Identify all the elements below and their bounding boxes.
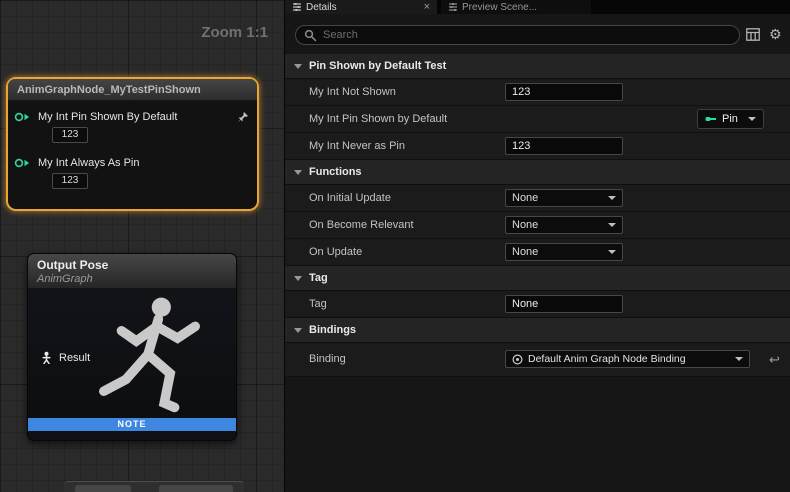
chevron-down-icon bbox=[748, 117, 756, 121]
details-tab-icon bbox=[292, 2, 302, 12]
tab-details[interactable]: Details × bbox=[285, 0, 437, 14]
tag-input[interactable] bbox=[505, 295, 623, 313]
section-tag[interactable]: Tag bbox=[285, 266, 790, 291]
binding-dropdown[interactable]: Default Anim Graph Node Binding bbox=[505, 350, 750, 368]
unreal-editor-window: Zoom 1:1 AnimGraphNode_MyTestPinShown My… bbox=[0, 0, 790, 492]
search-input[interactable] bbox=[323, 29, 731, 41]
property-label: My Int Never as Pin bbox=[309, 133, 405, 159]
row-on-become-relevant: On Become Relevant None bbox=[285, 212, 790, 239]
pin-label: My Int Pin Shown By Default bbox=[38, 111, 177, 123]
section-functions[interactable]: Functions bbox=[285, 160, 790, 185]
int-value-input[interactable] bbox=[505, 137, 623, 155]
pin-button-label: Pin bbox=[722, 113, 738, 125]
section-title: Pin Shown by Default Test bbox=[309, 60, 446, 72]
chevron-down-icon bbox=[735, 357, 743, 361]
chevron-down-icon bbox=[608, 250, 616, 254]
function-select[interactable]: None bbox=[505, 189, 623, 207]
int-pin-icon[interactable] bbox=[14, 158, 30, 168]
pin-value-field[interactable]: 123 bbox=[52, 173, 88, 189]
row-on-update: On Update None bbox=[285, 239, 790, 266]
node-subtitle: AnimGraph bbox=[37, 273, 227, 285]
property-label: My Int Not Shown bbox=[309, 79, 396, 105]
chevron-down-icon bbox=[294, 276, 302, 281]
property-label: On Become Relevant bbox=[309, 212, 414, 238]
note-bar: NOTE bbox=[28, 418, 236, 431]
reset-to-default-icon[interactable]: ↩ bbox=[769, 352, 780, 368]
section-title: Functions bbox=[309, 166, 362, 178]
property-label: My Int Pin Shown by Default bbox=[309, 106, 447, 132]
anim-graph-canvas[interactable]: Zoom 1:1 AnimGraphNode_MyTestPinShown My… bbox=[0, 0, 285, 492]
result-pin[interactable]: Result bbox=[40, 351, 90, 364]
search-bar[interactable] bbox=[295, 25, 740, 45]
int-pin-icon[interactable] bbox=[14, 112, 30, 122]
pin-label: My Int Always As Pin bbox=[38, 157, 139, 169]
int-value-input[interactable] bbox=[505, 83, 623, 101]
row-tag: Tag bbox=[285, 291, 790, 318]
row-my-int-not-shown: My Int Not Shown bbox=[285, 79, 790, 106]
chevron-down-icon bbox=[294, 328, 302, 333]
pushpin-icon[interactable] bbox=[237, 111, 249, 123]
panel-tab-bar: Details × Preview Scene... bbox=[285, 0, 790, 14]
close-tab-icon[interactable]: × bbox=[424, 2, 430, 12]
chevron-down-icon bbox=[608, 196, 616, 200]
details-panel: Details × Preview Scene... ⚙ bbox=[285, 0, 790, 492]
node-output-pose[interactable]: Output Pose AnimGraph bbox=[27, 253, 237, 441]
selected-value: None bbox=[512, 219, 538, 231]
display-filter-icon[interactable] bbox=[746, 28, 760, 41]
settings-gear-icon[interactable]: ⚙ bbox=[769, 27, 782, 41]
result-pin-label: Result bbox=[59, 352, 90, 364]
pin-icon bbox=[705, 114, 717, 124]
chevron-down-icon bbox=[294, 64, 302, 69]
selected-binding: Default Anim Graph Node Binding bbox=[528, 353, 735, 365]
row-binding: Binding Default Anim Graph Node Binding … bbox=[285, 343, 790, 377]
property-label: On Update bbox=[309, 239, 362, 265]
node-header[interactable]: Output Pose AnimGraph bbox=[28, 254, 236, 289]
partial-node-header[interactable] bbox=[75, 485, 131, 492]
search-icon bbox=[304, 29, 317, 42]
row-my-int-never-as-pin: My Int Never as Pin bbox=[285, 133, 790, 160]
property-label: Binding bbox=[309, 343, 346, 376]
node-body: Result NOTE bbox=[28, 289, 236, 431]
node-title[interactable]: AnimGraphNode_MyTestPinShown bbox=[8, 79, 257, 101]
section-bindings[interactable]: Bindings bbox=[285, 318, 790, 343]
pose-pin-icon bbox=[40, 351, 53, 364]
tab-preview-scene[interactable]: Preview Scene... bbox=[441, 0, 591, 14]
property-label: Tag bbox=[309, 291, 327, 317]
section-pin-shown-by-default-test[interactable]: Pin Shown by Default Test bbox=[285, 54, 790, 79]
section-title: Bindings bbox=[309, 324, 356, 336]
row-on-initial-update: On Initial Update None bbox=[285, 185, 790, 212]
selected-value: None bbox=[512, 246, 538, 258]
function-select[interactable]: None bbox=[505, 243, 623, 261]
section-title: Tag bbox=[309, 272, 328, 284]
node-animgraphnode-mytestpinshown[interactable]: AnimGraphNode_MyTestPinShown My Int Pin … bbox=[6, 77, 259, 211]
pin-dropdown-button[interactable]: Pin bbox=[697, 109, 764, 129]
zoom-level-label: Zoom 1:1 bbox=[201, 24, 268, 41]
tab-details-label: Details bbox=[306, 2, 337, 13]
mannequin-figure bbox=[76, 291, 226, 431]
tab-preview-scene-label: Preview Scene... bbox=[462, 2, 537, 13]
chevron-down-icon bbox=[608, 223, 616, 227]
partial-node-header[interactable] bbox=[159, 485, 233, 492]
binding-icon bbox=[512, 354, 523, 365]
function-select[interactable]: None bbox=[505, 216, 623, 234]
chevron-down-icon bbox=[294, 170, 302, 175]
preview-scene-tab-icon bbox=[448, 2, 458, 12]
property-label: On Initial Update bbox=[309, 185, 391, 211]
row-my-int-pin-shown-by-default: My Int Pin Shown by Default Pin bbox=[285, 106, 790, 133]
node-title: Output Pose bbox=[37, 258, 227, 272]
selected-value: None bbox=[512, 192, 538, 204]
pin-value-field[interactable]: 123 bbox=[52, 127, 88, 143]
